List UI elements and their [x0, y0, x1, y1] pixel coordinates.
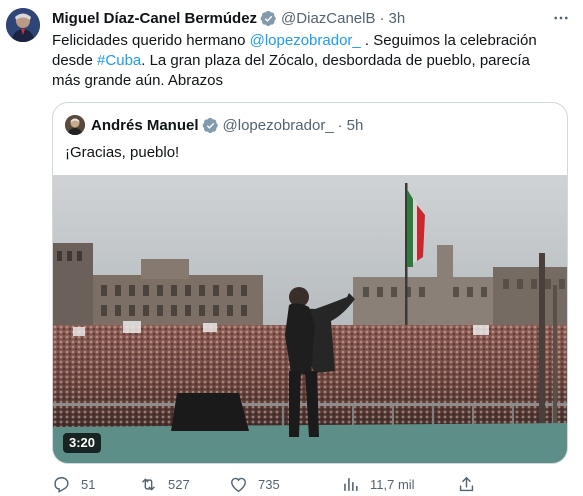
- retweet-button[interactable]: 527: [139, 474, 190, 494]
- heart-icon: [231, 477, 246, 492]
- mention-link[interactable]: @lopezobrador_: [250, 32, 361, 49]
- views-chart-icon: [344, 477, 358, 491]
- share-button[interactable]: [457, 474, 486, 494]
- tweet-time[interactable]: 3h: [388, 10, 405, 27]
- quoted-author-name[interactable]: Andrés Manuel: [91, 117, 199, 134]
- retweet-icon: [142, 478, 155, 490]
- views-button[interactable]: 11,7 mil: [341, 474, 415, 494]
- tweet-text: Felicidades querido hermano @lopezobrado…: [52, 31, 562, 91]
- verified-badge-icon: [260, 10, 277, 27]
- video-duration-badge: 3:20: [63, 433, 102, 453]
- separator-dot: ·: [379, 9, 385, 27]
- reply-button[interactable]: 51: [52, 474, 95, 494]
- retweet-count: 527: [168, 476, 190, 492]
- more-horizontal-icon[interactable]: [549, 8, 573, 28]
- reply-icon: [54, 476, 69, 493]
- video-thumbnail: [53, 175, 567, 463]
- author-name[interactable]: Miguel Díaz-Canel Bermúdez: [52, 10, 257, 27]
- like-count: 735: [258, 476, 280, 492]
- author-avatar[interactable]: [6, 8, 40, 42]
- views-count: 11,7 mil: [370, 476, 415, 492]
- author-handle[interactable]: @DiazCanelB: [281, 10, 375, 27]
- verified-badge-icon: [202, 117, 219, 134]
- quoted-tweet[interactable]: Andrés Manuel @lopezobrador_ · 5h ¡Graci…: [52, 102, 568, 464]
- quoted-author-handle[interactable]: @lopezobrador_: [223, 117, 334, 134]
- separator-dot: ·: [337, 116, 343, 134]
- tweet-actions: 51 527 735 11,7 mil: [52, 474, 482, 494]
- tweet-header: Miguel Díaz-Canel Bermúdez @DiazCanelB ·…: [52, 8, 573, 28]
- share-icon: [459, 476, 474, 491]
- quoted-tweet-header: Andrés Manuel @lopezobrador_ · 5h: [65, 115, 363, 135]
- quoted-tweet-time[interactable]: 5h: [347, 117, 364, 134]
- like-button[interactable]: 735: [229, 474, 280, 494]
- reply-count: 51: [81, 476, 96, 492]
- video-player[interactable]: 3:20: [53, 175, 567, 463]
- tweet-text-part: Felicidades querido hermano: [52, 32, 250, 49]
- quoted-tweet-text: ¡Gracias, pueblo!: [65, 144, 180, 161]
- hashtag-link[interactable]: #Cuba: [97, 52, 141, 69]
- quoted-author-avatar[interactable]: [65, 115, 85, 135]
- tweet[interactable]: Miguel Díaz-Canel Bermúdez @DiazCanelB ·…: [0, 0, 583, 496]
